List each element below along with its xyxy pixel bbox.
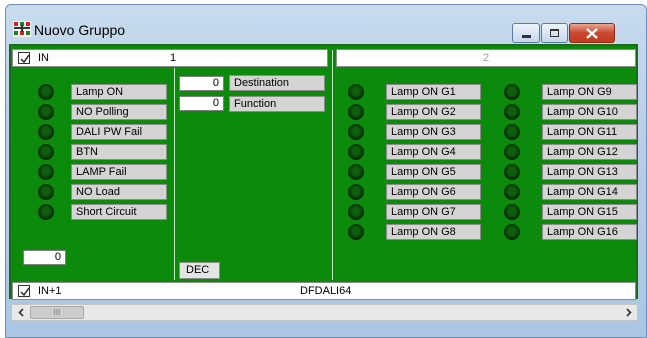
network-module-icon: [13, 21, 31, 37]
led-indicator: [348, 144, 364, 160]
status-label-lamp-fail: LAMP Fail: [71, 164, 167, 180]
group-label-g7: Lamp ON G7: [386, 204, 481, 220]
maximize-icon: [550, 29, 559, 37]
group-label-g14: Lamp ON G14: [542, 184, 637, 200]
led-indicator: [504, 204, 520, 220]
status-label-dali-pw-fail: DALI PW Fail: [71, 124, 167, 140]
checkmark-icon: [20, 287, 30, 297]
divider-left: [174, 68, 175, 280]
led-indicator: [348, 184, 364, 200]
chevron-right-icon: [625, 308, 632, 317]
title-bar[interactable]: Nuovo Gruppo: [6, 5, 646, 43]
status-label-short-circuit: Short Circuit: [71, 204, 167, 220]
function-label: Function: [229, 96, 325, 112]
window-title: Nuovo Gruppo: [34, 22, 126, 38]
group-2-header: 2: [336, 49, 636, 67]
group-label-g9: Lamp ON G9: [542, 84, 637, 100]
led-indicator: [504, 164, 520, 180]
led-indicator: [38, 184, 54, 200]
group-label-g4: Lamp ON G4: [386, 144, 481, 160]
in-plus-1-checkbox[interactable]: [18, 285, 30, 297]
led-indicator: [504, 104, 520, 120]
device-name: DFDALI64: [300, 285, 352, 297]
led-indicator: [504, 224, 520, 240]
led-indicator: [348, 104, 364, 120]
led-indicator: [504, 124, 520, 140]
led-indicator: [38, 104, 54, 120]
group-label-g15: Lamp ON G15: [542, 204, 637, 220]
destination-label: Destination: [229, 75, 325, 91]
close-button[interactable]: [569, 23, 615, 43]
group-label-g8: Lamp ON G8: [386, 224, 481, 240]
scroll-right-button[interactable]: [620, 305, 637, 320]
function-value-field[interactable]: 0: [179, 96, 224, 111]
scroll-left-button[interactable]: [12, 305, 29, 320]
status-label-btn: BTN: [71, 144, 167, 160]
scroll-thumb[interactable]: III: [30, 306, 84, 319]
in-checkbox[interactable]: [18, 52, 30, 64]
close-icon: [586, 27, 598, 39]
divider-right: [332, 50, 333, 280]
chevron-left-icon: [17, 308, 24, 317]
in-label: IN: [38, 52, 49, 64]
minimize-icon: [521, 34, 531, 38]
in-plus-1-label: IN+1: [38, 285, 62, 297]
led-indicator: [38, 204, 54, 220]
status-label-lamp-on: Lamp ON: [71, 84, 167, 100]
led-indicator: [38, 84, 54, 100]
group-label-g2: Lamp ON G2: [386, 104, 481, 120]
group-1-number: 1: [170, 52, 177, 64]
maximize-button[interactable]: [541, 23, 568, 43]
checkmark-icon: [20, 54, 30, 64]
horizontal-scrollbar[interactable]: III: [11, 304, 638, 321]
led-indicator: [504, 184, 520, 200]
address-value-field[interactable]: 0: [23, 250, 66, 265]
led-indicator: [504, 144, 520, 160]
led-indicator: [348, 224, 364, 240]
group-1-header: IN 1: [12, 49, 328, 67]
group-2-number: 2: [483, 52, 490, 64]
led-indicator: [38, 164, 54, 180]
group-label-g3: Lamp ON G3: [386, 124, 481, 140]
led-indicator: [348, 164, 364, 180]
destination-value-field[interactable]: 0: [179, 76, 224, 91]
led-indicator: [504, 84, 520, 100]
status-label-no-load: NO Load: [71, 184, 167, 200]
group-label-g5: Lamp ON G5: [386, 164, 481, 180]
status-label-no-polling: NO Polling: [71, 104, 167, 120]
group-label-g12: Lamp ON G12: [542, 144, 637, 160]
led-indicator: [348, 204, 364, 220]
group-label-g10: Lamp ON G10: [542, 104, 637, 120]
minimize-button[interactable]: [512, 23, 540, 43]
next-group-header: IN+1 DFDALI64: [12, 282, 636, 300]
led-indicator: [348, 124, 364, 140]
group-label-g11: Lamp ON G11: [542, 124, 637, 140]
led-indicator: [38, 144, 54, 160]
dec-button[interactable]: DEC: [179, 262, 220, 279]
group-label-g16: Lamp ON G16: [542, 224, 637, 240]
led-indicator: [348, 84, 364, 100]
group-label-g13: Lamp ON G13: [542, 164, 637, 180]
group-label-g1: Lamp ON G1: [386, 84, 481, 100]
led-indicator: [38, 124, 54, 140]
group-label-g6: Lamp ON G6: [386, 184, 481, 200]
